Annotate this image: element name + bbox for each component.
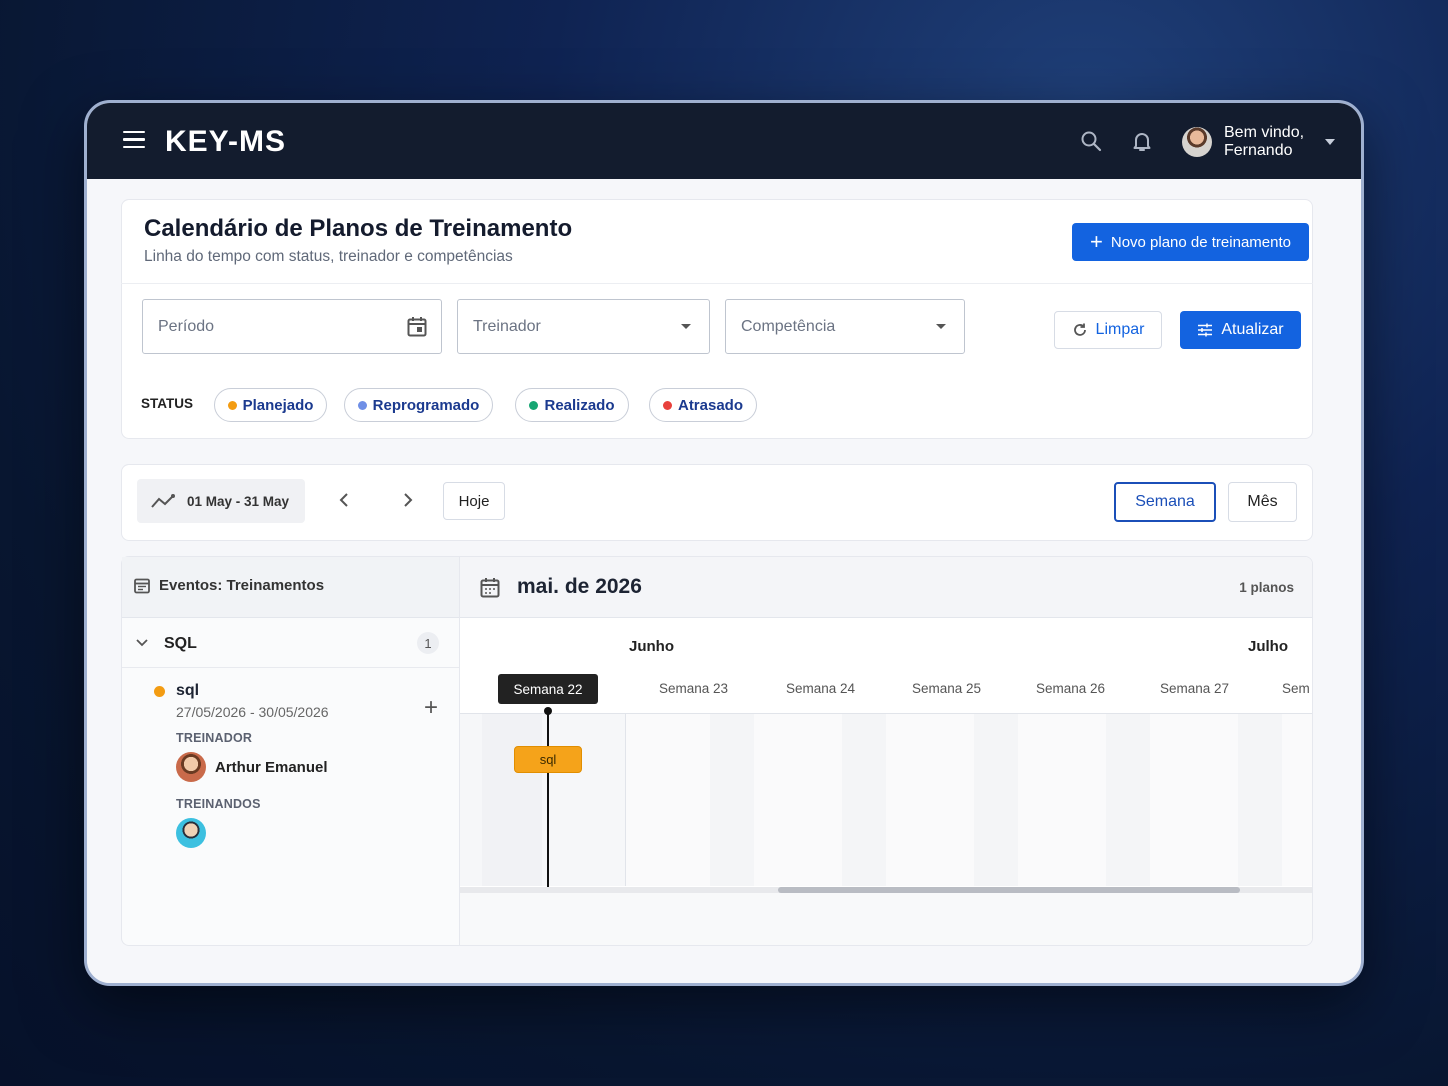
trainer-label: TREINADOR [176, 731, 253, 745]
trainer-avatar [176, 752, 206, 782]
page-title: Calendário de Planos de Treinamento [144, 215, 573, 242]
week-column-current [460, 714, 625, 886]
status-chip-atrasado[interactable]: Atrasado [649, 388, 757, 422]
competence-select[interactable]: Competência [725, 299, 965, 354]
chevron-down-icon[interactable] [1325, 139, 1335, 145]
events-panel-title: Eventos: Treinamentos [159, 577, 325, 594]
group-row-sql[interactable]: SQL 1 [122, 618, 459, 668]
week-label[interactable]: Semana 25 [912, 681, 981, 696]
status-dot-icon [357, 400, 367, 410]
week-label[interactable]: Semana 24 [786, 681, 855, 696]
timeline-month-title: mai. de 2026 [517, 575, 642, 598]
trainee-avatar [176, 818, 206, 848]
today-button[interactable]: Hoje [443, 482, 505, 520]
week-label[interactable]: Semana 23 [659, 681, 728, 696]
status-chip-reprogramado[interactable]: Reprogramado [344, 388, 493, 422]
status-chip-planejado[interactable]: Planejado [214, 388, 327, 422]
divider [121, 283, 1313, 284]
status-dot-icon [154, 686, 165, 697]
calendar-icon[interactable] [407, 316, 427, 338]
event-name[interactable]: sql [176, 682, 199, 700]
events-panel-header: Eventos: Treinamentos [122, 557, 459, 618]
trainer-name: Arthur Emanuel [215, 759, 328, 776]
app-window: KEY-MS Bem vindo, Fernando Calendário de… [84, 100, 1364, 986]
date-range[interactable]: 01 May - 31 May [137, 479, 305, 523]
clear-button[interactable]: Limpar [1054, 311, 1162, 349]
top-bar: KEY-MS Bem vindo, Fernando [87, 103, 1361, 179]
trainer-select[interactable]: Treinador [457, 299, 710, 354]
page-subtitle: Linha do tempo com status, treinador e c… [144, 248, 513, 265]
timeline-header: mai. de 2026 1 planos [460, 557, 1312, 618]
week-label-current[interactable]: Semana 22 [498, 674, 598, 704]
bell-icon[interactable] [1130, 129, 1154, 153]
chevron-right-icon[interactable] [398, 491, 416, 509]
menu-icon[interactable] [123, 131, 145, 149]
timeline-panel: mai. de 2026 1 planos Junho Julho Semana… [459, 556, 1313, 946]
user-greeting[interactable]: Bem vindo, Fernando [1224, 124, 1304, 160]
event-dates: 27/05/2026 - 30/05/2026 [176, 704, 329, 720]
status-dot-icon [662, 400, 672, 410]
group-name: SQL [164, 635, 197, 652]
week-label[interactable]: Semana 26 [1036, 681, 1105, 696]
app-logo: KEY-MS [165, 125, 287, 158]
calendar-icon [480, 578, 500, 598]
week-label[interactable]: Sem [1282, 681, 1310, 696]
today-marker [547, 709, 549, 887]
month-label-julho: Julho [1248, 638, 1288, 655]
new-plan-button[interactable]: + Novo plano de treinamento [1072, 223, 1309, 261]
sliders-icon [1198, 323, 1213, 337]
timeline-footer [460, 893, 1312, 945]
plans-count: 1 planos [1239, 580, 1294, 595]
timeline-grid [626, 714, 1312, 886]
events-panel: Eventos: Treinamentos SQL 1 sql 27/05/20… [121, 556, 459, 946]
month-label-junho: Junho [629, 638, 674, 655]
update-button[interactable]: Atualizar [1180, 311, 1301, 349]
week-label[interactable]: Semana 27 [1160, 681, 1229, 696]
status-dot-icon [227, 400, 237, 410]
status-label: STATUS [141, 396, 193, 411]
plus-icon: + [1090, 229, 1103, 254]
trainees-label: TREINANDOS [176, 797, 261, 811]
timeline-event-bar[interactable]: sql [514, 746, 582, 773]
calendar-icon [134, 578, 150, 594]
add-icon[interactable]: + [424, 696, 438, 720]
today-marker-dot [544, 707, 552, 715]
user-avatar[interactable] [1182, 127, 1212, 157]
status-dot-icon [529, 400, 539, 410]
week-view-button[interactable]: Semana [1114, 482, 1216, 522]
period-field[interactable]: Período [142, 299, 442, 354]
caret-down-icon [936, 324, 946, 329]
trend-icon [151, 494, 175, 508]
chevron-down-icon[interactable] [135, 638, 149, 648]
refresh-icon [1073, 323, 1086, 336]
status-chip-realizado[interactable]: Realizado [515, 388, 629, 422]
caret-down-icon [681, 324, 691, 329]
search-icon[interactable] [1079, 129, 1103, 153]
month-view-button[interactable]: Mês [1228, 482, 1297, 522]
group-count-badge: 1 [417, 632, 439, 654]
chevron-left-icon[interactable] [336, 491, 354, 509]
